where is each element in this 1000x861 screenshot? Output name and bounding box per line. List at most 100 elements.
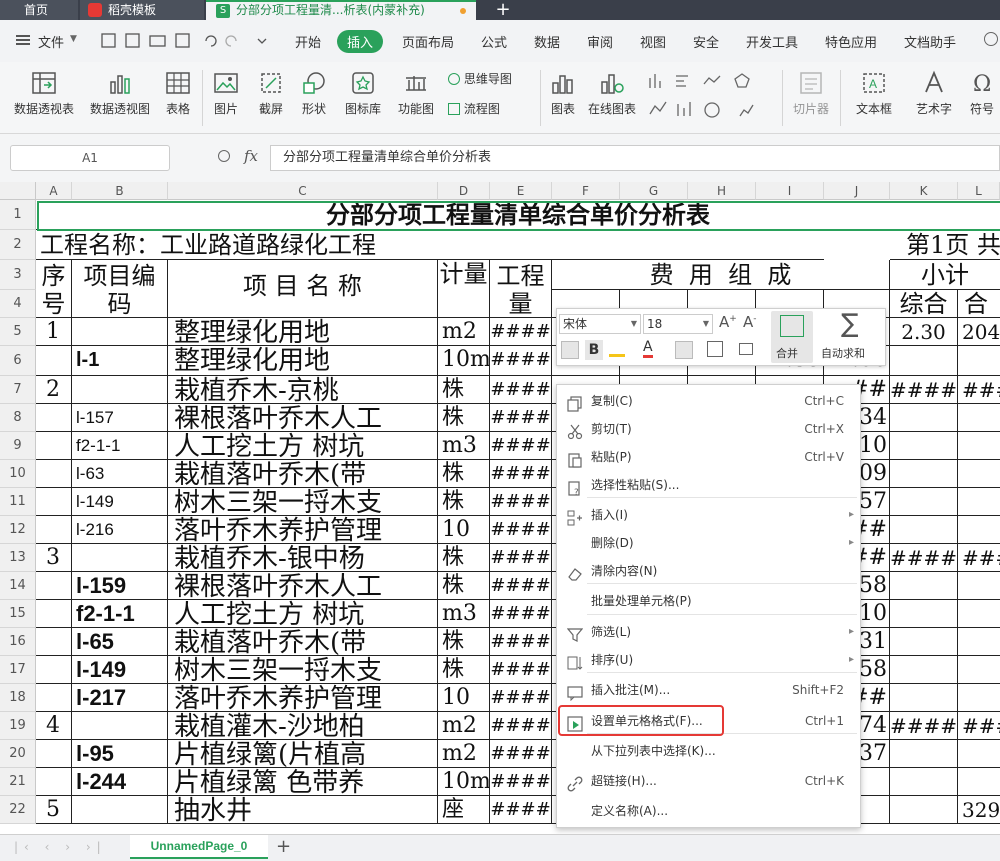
picture-button[interactable]: 图片 xyxy=(206,62,246,134)
m-cell[interactable] xyxy=(958,346,1000,376)
hdr-fee[interactable]: 费 用 组 成 xyxy=(552,260,890,290)
tab-document[interactable]: S 分部分项工程量清...析表(内蒙补充) xyxy=(206,0,476,20)
m-cell[interactable]: 329 xyxy=(958,796,1000,824)
cell-style-icon[interactable] xyxy=(739,343,753,355)
row-header-2[interactable]: 2 xyxy=(0,230,36,260)
qty-cell[interactable]: #### xyxy=(490,600,552,628)
seq-cell[interactable] xyxy=(36,740,72,768)
hdr-comp[interactable]: 综合 xyxy=(890,290,958,318)
qty-cell[interactable]: #### xyxy=(490,572,552,600)
row-header-11[interactable]: 11 xyxy=(0,488,36,516)
unit-cell[interactable]: m2 xyxy=(438,318,490,346)
name-box[interactable]: A1 xyxy=(10,145,170,171)
menu-features[interactable]: 特色应用 xyxy=(825,32,877,51)
project-name-cell[interactable]: 工程名称：工业路道路绿化工程 xyxy=(36,230,824,260)
l-cell[interactable] xyxy=(890,628,958,656)
unit-cell[interactable]: 株 xyxy=(438,376,490,404)
m-cell[interactable] xyxy=(958,684,1000,712)
hdr-qty[interactable]: 工程量 xyxy=(490,260,552,318)
m-cell[interactable] xyxy=(958,768,1000,796)
unit-cell[interactable]: 株 xyxy=(438,656,490,684)
icon-library-button[interactable]: 图标库 xyxy=(338,62,388,134)
font-color-icon[interactable]: A xyxy=(643,339,653,358)
menu-view[interactable]: 视图 xyxy=(640,32,666,51)
context-menu-item[interactable]: 排序(U) ▸ xyxy=(557,646,860,674)
menu-security[interactable]: 安全 xyxy=(693,32,719,51)
code-cell[interactable]: l-217 xyxy=(72,684,168,712)
qty-cell[interactable]: #### xyxy=(490,404,552,432)
unit-cell[interactable]: 株 xyxy=(438,488,490,516)
name-cell[interactable]: 整理绿化用地 xyxy=(168,318,438,346)
unit-cell[interactable]: m3 xyxy=(438,600,490,628)
bold-icon[interactable]: B xyxy=(585,340,603,360)
l-cell[interactable] xyxy=(890,346,958,376)
context-menu-item[interactable]: 剪切(T) Ctrl+X xyxy=(557,415,860,443)
code-cell[interactable]: l-216 xyxy=(72,516,168,544)
l-cell[interactable] xyxy=(890,488,958,516)
textbox-button[interactable]: A 文本框 xyxy=(846,62,902,134)
column-header-b[interactable]: B xyxy=(72,182,168,200)
row-header-13[interactable]: 13 xyxy=(0,544,36,572)
unit-cell[interactable]: 10 xyxy=(438,684,490,712)
l-cell[interactable]: 2.30 xyxy=(890,318,958,346)
mindmap-button[interactable]: 思维导图 xyxy=(448,70,512,87)
context-menu-item[interactable]: 粘贴(P) Ctrl+V xyxy=(557,443,860,471)
l-cell[interactable] xyxy=(890,600,958,628)
tab-home[interactable]: 首页 xyxy=(0,0,78,20)
row-header-3[interactable]: 3 xyxy=(0,260,36,290)
code-cell[interactable]: l-149 xyxy=(72,488,168,516)
qty-cell[interactable]: #### xyxy=(490,488,552,516)
context-menu-item[interactable]: 复制(C) Ctrl+C xyxy=(557,387,860,415)
screenshot-button[interactable]: 截屏 xyxy=(250,62,292,134)
qty-cell[interactable]: #### xyxy=(490,712,552,740)
code-cell[interactable]: l-157 xyxy=(72,404,168,432)
column-header-j[interactable]: J xyxy=(824,182,890,200)
qty-cell[interactable]: #### xyxy=(490,768,552,796)
code-cell[interactable]: l-149 xyxy=(72,656,168,684)
column-header-e[interactable]: E xyxy=(490,182,552,200)
name-cell[interactable]: 整理绿化用地 xyxy=(168,346,438,376)
qty-cell[interactable]: #### xyxy=(490,318,552,346)
menu-formula[interactable]: 公式 xyxy=(481,32,507,51)
qty-cell[interactable]: #### xyxy=(490,516,552,544)
column-header-i[interactable]: I xyxy=(756,182,824,200)
row-header-4[interactable]: 4 xyxy=(0,290,36,318)
hdr-code[interactable]: 项目编码 xyxy=(72,260,168,318)
name-cell[interactable]: 栽植灌木-沙地柏 xyxy=(168,712,438,740)
name-cell[interactable]: 落叶乔木养护管理 xyxy=(168,684,438,712)
l-cell[interactable] xyxy=(890,432,958,460)
code-cell[interactable]: l-1 xyxy=(72,346,168,376)
qty-cell[interactable]: #### xyxy=(490,628,552,656)
border-icon[interactable] xyxy=(707,341,723,357)
new-tab-button[interactable]: + xyxy=(490,0,516,20)
seq-cell[interactable]: 1 xyxy=(36,318,72,346)
context-menu-item[interactable]: 删除(D) ▸ xyxy=(557,529,860,557)
seq-cell[interactable] xyxy=(36,516,72,544)
pivot-chart-button[interactable]: 数据透视图 xyxy=(84,62,156,134)
menu-review[interactable]: 审阅 xyxy=(587,32,613,51)
seq-cell[interactable] xyxy=(36,628,72,656)
qty-cell[interactable]: #### xyxy=(490,376,552,404)
name-cell[interactable]: 栽植落叶乔木(带 xyxy=(168,628,438,656)
context-menu-item[interactable]: 筛选(L) ▸ xyxy=(557,618,860,646)
unit-cell[interactable]: 10m xyxy=(438,768,490,796)
l-cell[interactable]: #### xyxy=(890,712,958,740)
name-cell[interactable]: 人工挖土方 树坑 xyxy=(168,432,438,460)
function-chart-button[interactable]: 功能图 xyxy=(390,62,442,134)
hdr-name[interactable]: 项 目 名 称 xyxy=(168,260,438,318)
context-menu-item[interactable]: 插入批注(M)... Shift+F2 xyxy=(557,676,860,704)
row-header-5[interactable]: 5 xyxy=(0,318,36,346)
l-cell[interactable] xyxy=(890,516,958,544)
code-cell[interactable] xyxy=(72,712,168,740)
name-cell[interactable]: 树木三架一捋木支 xyxy=(168,488,438,516)
row-header-16[interactable]: 16 xyxy=(0,628,36,656)
context-menu-item[interactable]: 清除内容(N) xyxy=(557,557,860,585)
search-icon[interactable] xyxy=(984,32,998,46)
online-chart-button[interactable]: 在线图表 xyxy=(584,62,640,134)
column-header-f[interactable]: F xyxy=(552,182,620,200)
increase-font-icon[interactable]: A+ xyxy=(719,313,737,331)
m-cell[interactable] xyxy=(958,628,1000,656)
sheet-nav-icons[interactable]: |‹ ‹ › ›| xyxy=(14,840,107,854)
seq-cell[interactable] xyxy=(36,572,72,600)
code-cell[interactable]: l-65 xyxy=(72,628,168,656)
